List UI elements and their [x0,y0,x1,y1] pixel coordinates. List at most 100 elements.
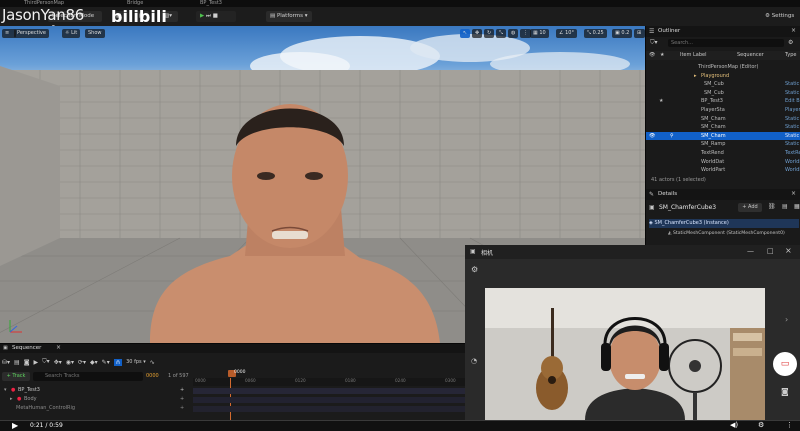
platforms-button[interactable]: ▤ Platforms ▾ [266,11,312,22]
track-label: BP_Test3 [18,387,40,393]
track-lane[interactable] [193,406,465,412]
add-track-button[interactable]: + Track [2,372,30,381]
item-label-column[interactable]: Item Label [680,51,706,60]
save-icon[interactable]: ⛁▾ [2,359,10,366]
track-row[interactable]: ▸ ● Body + [0,395,190,404]
play-icon[interactable]: ▶ [12,421,18,430]
track-row[interactable]: MetaHuman_ControlRig + [0,404,190,413]
fps-button[interactable]: 30 fps ▾ [126,359,146,365]
close-icon[interactable]: × [785,246,792,255]
filter-icon[interactable]: ⛉▾ [650,39,666,47]
type-column[interactable]: Type [785,51,796,60]
outliner-row-type: WorldP [785,167,800,174]
browse-icon[interactable]: ▤ [14,359,20,366]
record-video-button[interactable]: ▭ [773,352,797,376]
outliner-search-input[interactable]: Search... [668,39,784,47]
component-row[interactable]: ◭ StaticMeshComponent (StaticMeshCompone… [668,229,799,238]
loop-icon[interactable]: ⟳▾ [78,359,86,366]
more-icon[interactable]: ▦ [794,203,800,210]
close-icon[interactable]: × [56,344,61,351]
timer-icon[interactable]: ◔ [471,357,477,365]
rotate-tool-icon[interactable]: ↻ [484,29,495,38]
more-options-icon[interactable]: ⋮ [786,421,793,429]
angle-snap-button[interactable]: ∠ 10° [556,29,577,38]
track-lane[interactable] [193,397,465,403]
scroll-right-icon[interactable]: › [785,315,788,324]
settings-button[interactable]: ⚙ Settings [761,11,800,22]
expand-icon[interactable]: ▸ [10,395,13,404]
outliner-row[interactable]: WorldPart WorldP [646,166,800,175]
volume-icon[interactable]: ◀) [730,421,738,429]
outliner-row[interactable]: SM_Cham Static [646,115,800,124]
eye-icon[interactable]: ◉▾ [66,359,74,366]
photo-mode-icon[interactable]: ◙ [781,387,789,396]
close-icon[interactable]: × [791,190,796,197]
outliner-row[interactable]: SM_Cub Static [646,80,800,89]
outliner-row[interactable]: ▸ Playground [646,72,800,81]
maximize-icon[interactable]: □ [767,247,774,255]
outliner-search-placeholder: Search... [671,40,693,46]
outliner-row-selected[interactable]: 👁 ⚲ SM_Cham Static [646,131,800,141]
grid-snap-button[interactable]: ▦ 10 [530,29,549,38]
transform-icon[interactable]: ✥▾ [54,359,62,366]
play-icon[interactable]: ▶ [200,13,204,19]
current-frame[interactable]: 0000 [146,373,159,379]
eye-icon[interactable]: 👁 [649,132,655,141]
world-local-icon[interactable]: ◍ [508,29,519,38]
pin-icon[interactable]: ⚲ [670,132,674,141]
add-icon[interactable]: + [180,404,184,413]
track-lane[interactable] [193,388,465,394]
magnet-icon[interactable]: ∩ [113,358,123,366]
camera-icon[interactable]: ◙ [24,359,30,366]
settings-icon[interactable]: ⚙ [758,421,764,429]
tab-bridge[interactable]: Bridge [127,0,143,7]
sequencer-column[interactable]: Sequencer [737,51,764,60]
track-row[interactable]: ▾ ● BP_Test3 + [0,386,190,395]
scale-tool-icon[interactable]: ⤡ [496,29,507,38]
outliner-row[interactable]: SM_Ramp Static [646,140,800,149]
outliner-row[interactable]: ★ BP_Test3 Edit B [646,97,800,106]
timeline-ruler[interactable]: 0000 0060 0120 0180 0240 0300 [193,378,465,386]
star-column-icon[interactable]: ★ [660,51,664,60]
step-icon[interactable]: ⏭ [206,13,211,19]
scale-snap-button[interactable]: ⤡ 0.25 [584,29,607,38]
viewport-layout-icon[interactable]: ⊞ [634,29,645,38]
translate-tool-icon[interactable]: ✥ [472,29,483,38]
folder-icon: ▸ [694,72,697,79]
tab-bp-test3[interactable]: BP_Test3 [200,0,222,7]
perspective-button[interactable]: Perspective [14,29,49,38]
progress-track[interactable] [0,420,800,421]
close-icon[interactable]: × [791,27,796,34]
add-icon[interactable]: + [180,386,184,395]
visibility-column-icon[interactable]: 👁 [649,51,655,60]
lit-button[interactable]: ☼ Lit [62,29,81,38]
outliner-row[interactable]: PlayerSta PlayerSt [646,106,800,115]
expand-icon[interactable]: ▾ [4,386,7,395]
outliner-row[interactable]: SM_Cub Static [646,89,800,98]
outliner-row[interactable]: ThirdPersonMap (Editor) [646,63,800,72]
sequencer-title[interactable]: Sequencer [12,345,41,351]
instance-label: SM_ChamferCube3 (Instance) [654,220,729,226]
pen-icon[interactable]: ✎▾ [102,359,110,366]
outliner-row[interactable]: SM_Cham Static [646,123,800,132]
curve-editor-icon[interactable]: ∿ [150,359,155,366]
instance-row[interactable]: ◈ SM_ChamferCube3 (Instance) [649,219,799,228]
key-icon[interactable]: ◆▾ [90,359,98,366]
show-button[interactable]: Show [85,29,105,38]
add-component-button[interactable]: + Add [738,203,762,212]
stop-icon[interactable]: ■ [213,13,218,19]
star-icon[interactable]: ★ [659,97,663,106]
track-search-input[interactable]: Search Tracks [33,372,143,381]
add-icon[interactable]: + [180,395,184,404]
edit-blueprint-icon[interactable]: ▤ [782,203,788,210]
select-tool-icon[interactable]: ↖ [460,29,471,38]
render-icon[interactable]: ▶ [34,359,39,366]
camera-speed-button[interactable]: ▣ 0.2 [612,29,633,38]
filter-icon[interactable]: ⛉▾ [42,358,50,366]
camera-settings-icon[interactable]: ⚙ [471,265,478,274]
outliner-settings-icon[interactable]: ⚙ [788,39,793,46]
outliner-row[interactable]: TextRend TextRen [646,149,800,158]
outliner-row[interactable]: WorldDat WorldD [646,158,800,167]
blueprint-icon[interactable]: ⛓ [768,203,776,210]
minimize-icon[interactable]: — [747,247,754,255]
